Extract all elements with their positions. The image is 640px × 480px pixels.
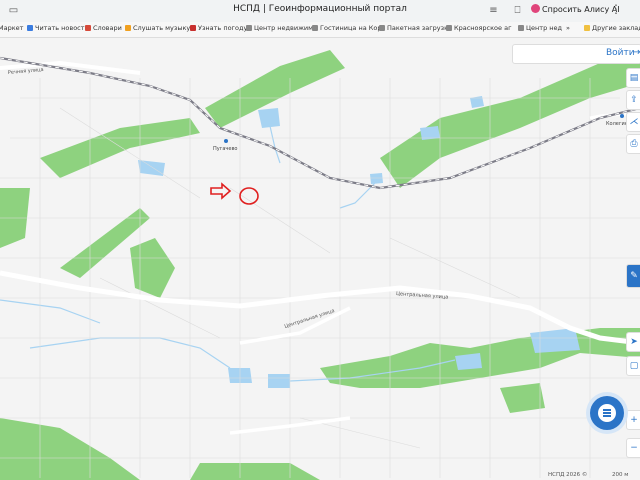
map-canvas[interactable]: Пугачево Колегино Речная улица Центральн… — [0, 38, 640, 480]
bookmark-item[interactable]: Центр нед — [518, 24, 562, 32]
zoom-out-icon[interactable]: − — [626, 438, 640, 458]
copyright-label: НСПД 2026 © — [548, 472, 588, 478]
alice-icon — [531, 4, 540, 13]
scale-label: 200 м — [612, 472, 629, 478]
station-icon — [224, 139, 228, 143]
water-body — [455, 353, 482, 370]
map-svg: Пугачево Колегино Речная улица Центральн… — [0, 38, 640, 480]
chat-menu-button[interactable] — [590, 396, 624, 430]
layers-icon[interactable]: ▤ — [626, 68, 640, 88]
login-icon: ⇥ — [633, 47, 640, 58]
other-bookmarks[interactable]: Другие закладки — [584, 24, 640, 32]
bookmarks-bar: Маркет Читать новости Словари Слушать му… — [0, 22, 640, 38]
info-icon[interactable]: ▢ — [626, 356, 640, 376]
place-label: Пугачево — [213, 146, 237, 152]
login-label: Войти — [606, 48, 635, 58]
bookmark-item[interactable]: Красноярское аг — [446, 24, 512, 32]
chat-list-icon — [598, 404, 616, 422]
bookmark-item[interactable]: Маркет — [0, 24, 23, 32]
measure-icon[interactable]: ⋌ — [626, 112, 640, 132]
bookmark-item[interactable]: Гостиница на Корс — [312, 24, 385, 32]
bookmark-icon[interactable]: ⎕ — [512, 5, 523, 16]
map-edit-icon[interactable]: ✎ — [626, 264, 640, 288]
reader-mode-icon[interactable]: ≡ — [488, 5, 499, 16]
station-icon — [620, 114, 624, 118]
bookmark-item[interactable]: Центр недвижим — [246, 24, 313, 32]
bookmark-item[interactable]: Читать новости — [27, 24, 89, 32]
water-body — [370, 173, 383, 184]
locate-icon[interactable]: ➤ — [626, 332, 640, 352]
more-bookmarks-icon[interactable]: » — [566, 24, 570, 32]
bookmark-item[interactable]: Слушать музыку — [125, 24, 190, 32]
bookmark-item[interactable]: Словари — [85, 24, 122, 32]
browser-menu-icon[interactable]: ⋮ — [610, 2, 622, 16]
browser-title-bar: ▭ НСПД | Геоинформационный портал ≡ ⎕ Сп… — [0, 0, 640, 23]
water-body — [268, 374, 290, 388]
print-icon[interactable]: ⎙ — [626, 134, 640, 154]
alice-label: Спросить Алису AI — [542, 5, 620, 14]
share-icon[interactable]: ⇪ — [626, 90, 640, 110]
bookmark-item[interactable]: Узнать погоду — [190, 24, 247, 32]
zoom-in-icon[interactable]: + — [626, 410, 640, 430]
alice-button[interactable]: Спросить Алису AI — [531, 4, 620, 14]
login-button[interactable]: Войти ⇥ — [512, 44, 640, 64]
bookmark-item[interactable]: Пакетная загрузк — [379, 24, 448, 32]
